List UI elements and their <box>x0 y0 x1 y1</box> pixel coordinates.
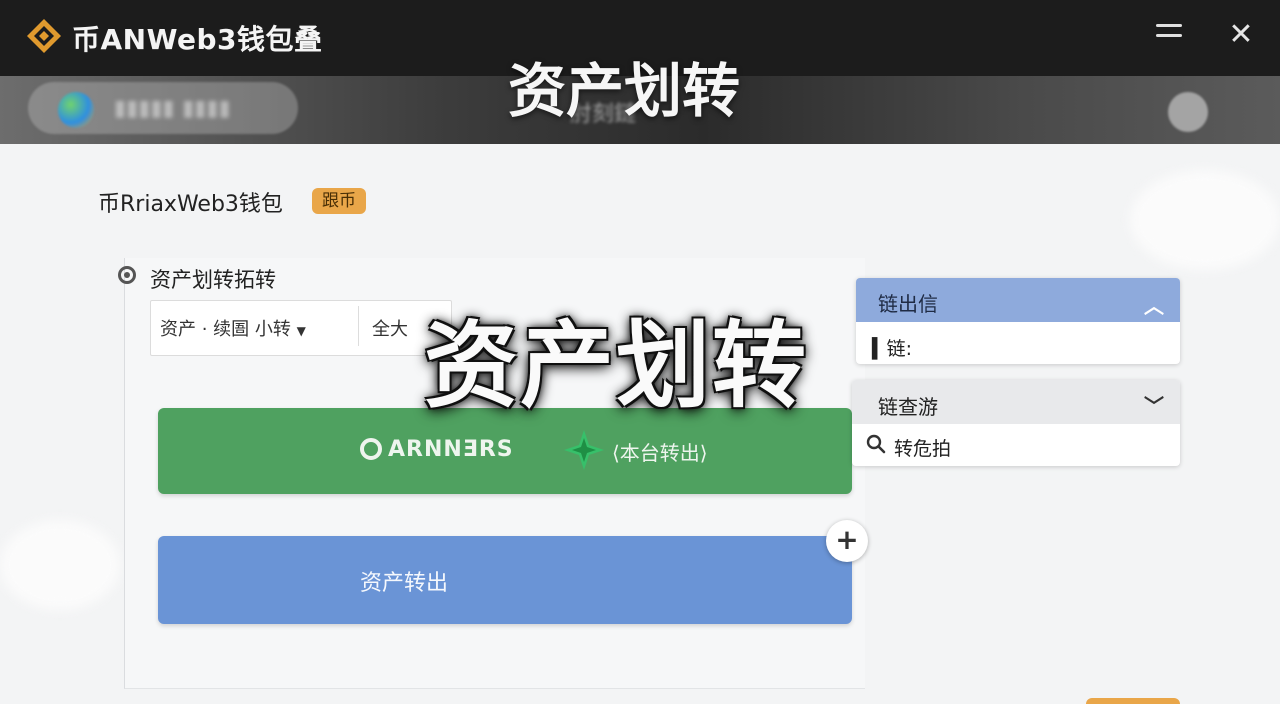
chain-row-label: 链: <box>886 338 913 360</box>
chevron-down-icon[interactable]: ﹀ <box>1144 390 1164 419</box>
section-label: 资产划转拓转 <box>150 268 276 292</box>
asset-filter-dropdown[interactable]: 资产 · 续圄 小转 ▼ <box>160 315 306 341</box>
asset-transfer-out-button[interactable] <box>158 536 852 624</box>
chain-select-title: 链查游 <box>878 395 938 419</box>
hero-title: 资产划转 <box>508 57 741 125</box>
decorative-cloud <box>0 520 120 610</box>
search-icon[interactable] <box>866 434 886 454</box>
brand-badge[interactable]: 跟币 <box>312 188 366 214</box>
close-icon[interactable]: ✕ <box>1228 20 1254 50</box>
divider <box>358 306 359 346</box>
overlay-title: 资产划转 <box>424 312 809 421</box>
chain-search-label[interactable]: 转危拍 <box>894 434 951 461</box>
radio-icon[interactable] <box>118 266 136 284</box>
chain-out-title: 链出信 <box>878 292 938 316</box>
chevron-up-icon[interactable]: ︿ <box>1144 290 1164 319</box>
asset-transfer-out-label: 资产转出 <box>360 571 449 596</box>
all-filter[interactable]: 全大 <box>372 315 408 341</box>
globe-icon <box>58 92 94 128</box>
wallet-brand-name: 币RriaxWeb3钱包 <box>98 192 283 217</box>
ring-icon <box>360 438 382 460</box>
chain-row: ▍链: <box>872 338 913 360</box>
user-icon[interactable] <box>1168 92 1208 132</box>
plus-icon[interactable]: + <box>826 520 868 562</box>
platform-out-label: ⟨本台转出⟩ <box>612 441 708 465</box>
partners-label: ARNNƎRS <box>388 437 514 462</box>
sparkle-star-icon <box>564 430 604 470</box>
decorative-cloud <box>1130 170 1280 270</box>
hero-blurred-text: ▮▮▮▮▮ ▮▮▮▮ <box>114 96 231 121</box>
bottom-orange-button[interactable] <box>1086 698 1180 704</box>
chevron-down-icon: ▼ <box>296 324 306 338</box>
logo-diamond-icon <box>27 19 61 53</box>
app-title: 币ANWeb3钱包叠 <box>72 23 323 56</box>
asset-filter-label: 资产 · 续圄 小转 <box>160 319 291 340</box>
menu-icon[interactable] <box>1156 24 1182 44</box>
